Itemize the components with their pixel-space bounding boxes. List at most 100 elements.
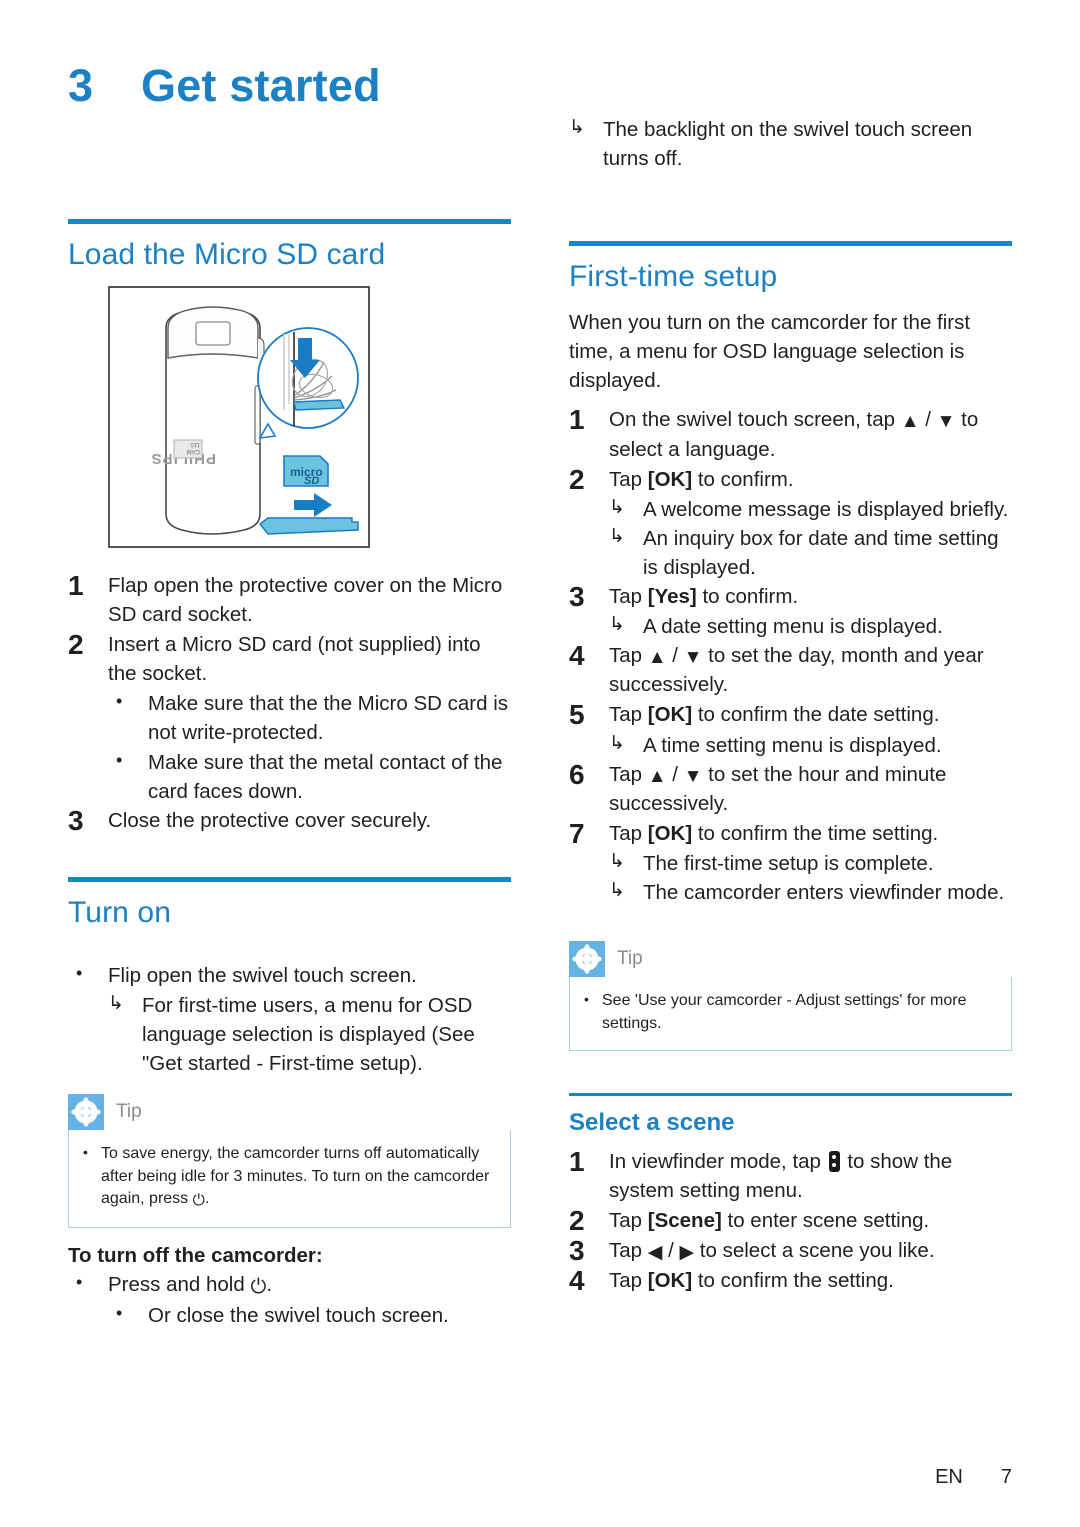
step-number: 4 xyxy=(569,1265,585,1296)
turn-off-text-before: Press and hold xyxy=(108,1272,251,1296)
bullet-text: Or close the swivel touch screen. xyxy=(148,1304,449,1328)
footer-page-number: 7 xyxy=(1000,1466,1012,1488)
step-text-pre: Tap xyxy=(609,585,648,609)
ui-token: [Yes] xyxy=(647,585,697,609)
triangle-up-icon: ▲ xyxy=(900,411,920,433)
list-item: • Flip open the swivel touch screen. xyxy=(68,961,511,990)
section-heading-select-a-scene: Select a scene xyxy=(569,1108,735,1136)
result-text: A date setting menu is displayed. xyxy=(643,615,943,639)
step-text: Tap [OK] to confirm the time setting. xyxy=(609,819,1012,848)
svg-text:110: 110 xyxy=(190,441,200,447)
step-text-post: to confirm the time setting. xyxy=(692,821,939,845)
step-number: 2 xyxy=(569,1204,585,1236)
triangle-down-icon: ▼ xyxy=(936,411,956,433)
tip-label: Tip xyxy=(617,948,643,970)
step-text-pre: Tap xyxy=(609,644,648,668)
left-column: Load the Micro SD card CAM 110 micro SD … xyxy=(68,115,511,1330)
section-rule xyxy=(68,876,511,882)
svg-text:SD: SD xyxy=(304,475,319,487)
step-text-pre: Tap xyxy=(609,762,648,786)
step-text-pre: Tap xyxy=(609,1238,648,1262)
result-text: A welcome message is displayed briefly. xyxy=(643,497,1009,521)
step-text: Tap [Yes] to confirm. xyxy=(609,582,1012,611)
step-text: Tap ◀ / ▶ to select a scene you like. xyxy=(609,1236,1012,1265)
tip-header: Tip xyxy=(569,941,1012,978)
step-text: Tap [OK] to confirm the setting. xyxy=(609,1266,1012,1295)
tip-text-after: . xyxy=(205,1190,210,1208)
step-number: 3 xyxy=(569,1234,585,1266)
step-item: 7 Tap [OK] to confirm the time setting. xyxy=(569,819,1012,848)
micro-sd-insertion-illustration: PHILIPS CAM 110 xyxy=(108,286,370,553)
result-item: ↳ A date setting menu is displayed. xyxy=(609,612,1012,641)
step-text-post: to confirm. xyxy=(696,585,799,609)
manual-page: 3 Get started Load the Micro SD card CAM… xyxy=(0,0,1080,1527)
power-icon: ⏻ xyxy=(250,1275,267,1298)
result-item: ↳ The first-time setup is complete. xyxy=(609,849,1012,878)
bullet-text: Make sure that the the Micro SD card is … xyxy=(148,692,509,745)
list-item: • To save energy, the camcorder turns of… xyxy=(83,1143,496,1213)
step-text-pre: Tap xyxy=(609,703,648,727)
step-item: 1 On the swivel touch screen, tap ▲ / ▼ … xyxy=(569,405,1012,463)
left-column-spacer xyxy=(68,115,511,219)
separator: / xyxy=(666,644,684,668)
step-number: 5 xyxy=(569,699,585,731)
separator: / xyxy=(666,762,684,786)
result-arrow-icon: ↳ xyxy=(108,992,124,1014)
step-text-post: to confirm the date setting. xyxy=(692,703,940,727)
triangle-left-icon: ◀ xyxy=(647,1241,663,1263)
triangle-down-icon: ▼ xyxy=(683,765,703,787)
step-number: 1 xyxy=(68,569,84,601)
result-arrow-icon: ↳ xyxy=(609,851,625,873)
ui-token: [OK] xyxy=(647,467,693,491)
section-first-time-setup: First-time setup When you turn on the ca… xyxy=(569,241,1012,907)
tip-header: Tip xyxy=(68,1093,511,1130)
triangle-up-icon: ▲ xyxy=(647,765,667,787)
step-number: 6 xyxy=(569,758,585,790)
step-text-pre: In viewfinder mode, tap xyxy=(609,1149,827,1173)
step-text: Tap [Scene] to enter scene setting. xyxy=(609,1206,1012,1235)
result-arrow-icon: ↳ xyxy=(609,614,625,636)
step-number: 2 xyxy=(68,629,84,661)
result-arrow-icon: ↳ xyxy=(609,732,625,754)
result-text: A time setting menu is displayed. xyxy=(643,733,942,757)
section-turn-off: To turn off the camcorder: • Press and h… xyxy=(68,1244,511,1331)
bullet-dot: • xyxy=(116,1303,123,1324)
turn-off-text-after: . xyxy=(266,1272,273,1296)
step-item: 3 Close the protective cover securely. xyxy=(68,806,511,835)
step-number: 1 xyxy=(569,404,585,436)
bullet-dot: • xyxy=(83,1143,88,1160)
svg-text:CAM: CAM xyxy=(187,448,200,454)
ui-token: [Scene] xyxy=(647,1208,722,1232)
result-text: An inquiry box for date and time setting… xyxy=(643,526,999,579)
step-item: 2 Insert a Micro SD card (not supplied) … xyxy=(68,630,511,688)
chapter-title: 3 Get started xyxy=(68,62,1012,110)
triangle-right-icon: ▶ xyxy=(679,1241,695,1263)
step-number: 3 xyxy=(569,581,585,613)
section-turn-on: Turn on • Flip open the swivel touch scr… xyxy=(68,876,511,1078)
step-item: 2 Tap [Scene] to enter scene setting. xyxy=(569,1206,1012,1235)
bullet-dot: • xyxy=(76,1271,83,1292)
result-text: The backlight on the swivel touch screen… xyxy=(603,118,973,171)
step-text: Tap ▲ / ▼ to set the day, month and year… xyxy=(609,641,1012,699)
result-arrow-icon: ↳ xyxy=(609,496,625,518)
result-item: ↳ The camcorder enters viewfinder mode. xyxy=(609,878,1012,907)
tip-text: See 'Use your camcorder - Adjust setting… xyxy=(602,992,967,1032)
asterisk-icon xyxy=(569,941,605,978)
list-item: • Make sure that the metal contact of th… xyxy=(108,748,511,806)
list-item: • Make sure that the the Micro SD card i… xyxy=(108,689,511,747)
bullet-text: Flip open the swivel touch screen. xyxy=(108,964,417,988)
step-item: 4 Tap [OK] to confirm the setting. xyxy=(569,1266,1012,1295)
result-arrow-icon: ↳ xyxy=(569,117,585,139)
step-item: 3 Tap [Yes] to confirm. xyxy=(569,582,1012,611)
step-item: 1 Flap open the protective cover on the … xyxy=(68,571,511,629)
step-item: 6 Tap ▲ / ▼ to set the hour and minute s… xyxy=(569,760,1012,818)
step-text: Insert a Micro SD card (not supplied) in… xyxy=(108,633,481,686)
tip-text: To save energy, the camcorder turns off … xyxy=(101,1143,496,1213)
step-item: 1 In viewfinder mode, tap to show the sy… xyxy=(569,1146,1012,1205)
tip-label: Tip xyxy=(116,1100,142,1122)
first-time-intro: When you turn on the camcorder for the f… xyxy=(569,311,971,393)
step-item: 2 Tap [OK] to confirm. xyxy=(569,464,1012,493)
tip-content: • See 'Use your camcorder - Adjust setti… xyxy=(569,977,1012,1051)
step-text: Flap open the protective cover on the Mi… xyxy=(108,573,503,626)
result-arrow-icon: ↳ xyxy=(609,525,625,547)
